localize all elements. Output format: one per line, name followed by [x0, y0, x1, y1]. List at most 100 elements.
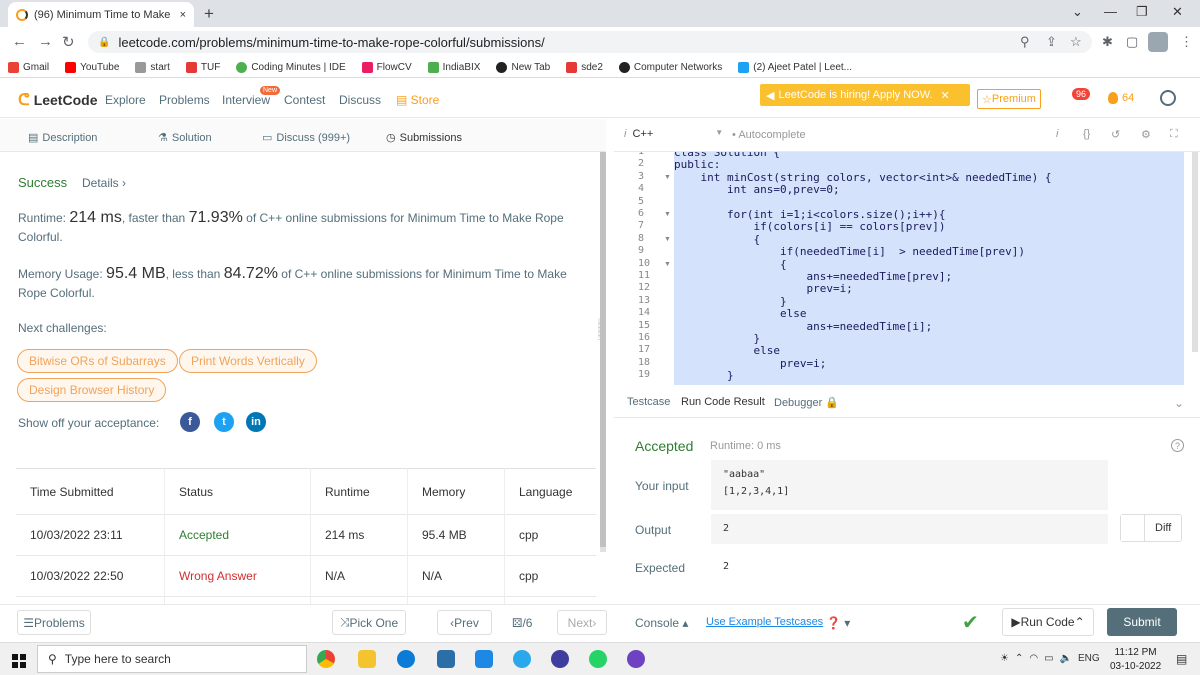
reset-icon[interactable]: ↺ [1111, 128, 1120, 141]
taskbar-clock[interactable]: 11:12 PM 03-10-2022 [1110, 646, 1161, 674]
bookmark-start[interactable]: start [127, 61, 177, 73]
hiring-banner[interactable]: ◀ LeetCode is hiring! Apply NOW. ✕ [760, 84, 970, 106]
help-dropdown[interactable]: ❓ ▾ [826, 616, 850, 630]
tab-debugger[interactable]: Debugger 🔒 [774, 396, 839, 409]
bookmark-tuf[interactable]: TUF [178, 61, 228, 73]
page-indicator[interactable]: ⚄/6 [512, 616, 532, 630]
language-select[interactable]: i C++ ▼ [624, 128, 723, 140]
system-tray[interactable]: ☀ ⌃ ◠ ▭ 🔈 ENG [1000, 653, 1100, 664]
tab-run-code-result[interactable]: Run Code Result [681, 396, 765, 408]
premium-button[interactable]: ☆ Premium [977, 89, 1041, 109]
tab-solution[interactable]: ⚗ Solution [158, 131, 212, 145]
bookmark-youtube[interactable]: YouTube [57, 61, 127, 73]
info-icon[interactable]: i [1056, 128, 1058, 140]
vscode-icon[interactable] [475, 650, 493, 668]
toggle-switch[interactable] [1121, 515, 1145, 541]
forward-icon[interactable]: → [38, 33, 53, 50]
code-area[interactable]: class Solution {public: int minCost(stri… [674, 152, 1184, 385]
braces-icon[interactable]: {} [1083, 128, 1090, 140]
new-tab-button[interactable]: + [204, 4, 214, 24]
notification-count-badge[interactable]: 96 [1072, 88, 1091, 100]
fullscreen-icon[interactable]: ⛶ [1170, 128, 1178, 141]
sidebar-icon[interactable]: ▢ [1126, 34, 1138, 50]
fold-arrow-icon[interactable]: ▼ [664, 211, 671, 218]
table-row[interactable]: 10/03/2022 23:11 Accepted 214 ms 95.4 MB… [16, 514, 596, 555]
help-icon[interactable]: ? [1171, 439, 1184, 452]
user-avatar-icon[interactable] [1160, 90, 1176, 106]
windows-start-icon[interactable] [12, 654, 26, 668]
bookmark-sde2[interactable]: sde2 [558, 61, 611, 73]
leetcode-logo[interactable]: ᕦ LeetCode [18, 90, 97, 110]
bookmark-computer-networks[interactable]: Computer Networks [611, 61, 730, 73]
photos-icon[interactable] [437, 650, 455, 668]
bookmark-ajeet-patel[interactable]: (2) Ajeet Patel | Leet... [730, 61, 860, 73]
settings-icon[interactable]: ⚙ [1141, 128, 1151, 141]
challenge-chip[interactable]: Design Browser History [17, 378, 167, 402]
nav-discuss[interactable]: Discuss [339, 93, 381, 107]
submit-button[interactable]: Submit [1107, 608, 1177, 636]
nav-store[interactable]: ▤ Store [396, 93, 439, 107]
chevron-down-icon[interactable]: ⌄ [1174, 396, 1184, 410]
github-icon[interactable] [627, 650, 645, 668]
nav-explore[interactable]: Explore [105, 93, 146, 107]
chrome-icon[interactable] [317, 650, 335, 668]
bookmark-new-tab[interactable]: New Tab [488, 61, 558, 73]
star-icon[interactable]: ☆ [1070, 34, 1082, 50]
autocomplete-toggle[interactable]: • Autocomplete [732, 129, 806, 141]
taskbar-search[interactable]: ⚲ Type here to search [37, 645, 307, 673]
reload-icon[interactable]: ↻ [62, 33, 75, 51]
extensions-icon[interactable]: ✱ [1102, 34, 1113, 50]
diff-toggle[interactable]: Diff [1120, 514, 1182, 542]
pick-one-button[interactable]: ⤨ Pick One [332, 610, 406, 635]
tab-discuss[interactable]: ▭ Discuss (999+) [262, 131, 350, 145]
bookmark-indiabix[interactable]: IndiaBIX [420, 61, 489, 73]
linkedin-icon[interactable]: in [246, 412, 266, 432]
tab-description[interactable]: ▤ Description [28, 131, 97, 145]
bookmark-flowcv[interactable]: FlowCV [354, 61, 420, 73]
close-tab-icon[interactable]: × [180, 9, 186, 21]
table-row[interactable]: 10/03/2022 22:50 Wrong Answer N/A N/A cp… [16, 555, 596, 596]
console-button[interactable]: Console ▴ [635, 616, 688, 630]
code-editor[interactable]: 123▼456▼78▼910▼111213141516171819 class … [614, 152, 1200, 385]
nav-contest[interactable]: Contest [284, 93, 325, 107]
close-banner-icon[interactable]: ✕ [941, 89, 950, 102]
editor-scrollbar[interactable] [1192, 152, 1198, 352]
back-icon[interactable]: ← [12, 33, 27, 50]
minimize-icon[interactable]: — [1104, 4, 1117, 19]
fold-arrow-icon[interactable]: ▼ [664, 261, 671, 268]
browser-tab[interactable]: (96) Minimum Time to Make Rop × [8, 2, 194, 27]
streak-counter[interactable]: 64 [1108, 92, 1134, 104]
menu-icon[interactable]: ⋮ [1180, 34, 1193, 50]
search-icon[interactable]: ⚲ [1020, 34, 1030, 50]
challenge-chip[interactable]: Print Words Vertically [179, 349, 317, 373]
tab-testcase[interactable]: Testcase [627, 396, 670, 408]
nav-interview[interactable]: Interview [222, 93, 270, 107]
fold-arrow-icon[interactable]: ▼ [664, 174, 671, 181]
fold-arrow-icon[interactable]: ▼ [664, 236, 671, 243]
use-example-testcases-link[interactable]: Use Example Testcases [706, 616, 823, 628]
twitter-icon[interactable]: t [214, 412, 234, 432]
edge-icon[interactable] [397, 650, 415, 668]
share-icon[interactable]: ⇪ [1046, 34, 1057, 50]
tab-submissions[interactable]: ◷ Submissions [386, 131, 462, 145]
app-icon[interactable] [551, 650, 569, 668]
challenge-chip[interactable]: Bitwise ORs of Subarrays [17, 349, 178, 373]
run-code-button[interactable]: ▶ Run Code ⌃ [1002, 608, 1094, 636]
close-window-icon[interactable]: ✕ [1172, 4, 1183, 20]
notifications-icon[interactable]: ▤ [1176, 652, 1187, 666]
prev-button[interactable]: ‹ Prev [437, 610, 492, 635]
bookmark-gmail[interactable]: Gmail [0, 61, 57, 73]
nav-problems[interactable]: Problems [159, 93, 210, 107]
problems-button[interactable]: ☰ Problems [17, 610, 91, 635]
whatsapp-icon[interactable] [589, 650, 607, 668]
facebook-icon[interactable]: f [180, 412, 200, 432]
bookmark-coding-minutes[interactable]: Coding Minutes | IDE [228, 61, 353, 73]
file-explorer-icon[interactable] [358, 650, 376, 668]
details-link[interactable]: Details › [82, 176, 126, 190]
restore-icon[interactable]: ❐ [1136, 4, 1148, 20]
url-bar[interactable]: 🔒 leetcode.com/problems/minimum-time-to-… [88, 31, 1092, 53]
telegram-icon[interactable] [513, 650, 531, 668]
chevron-down-icon[interactable]: ⌄ [1072, 4, 1083, 20]
pane-resize-handle[interactable]: ⋮ ⋮ ⋮ ⋮ ⋮ [596, 319, 610, 360]
next-button[interactable]: Next › [557, 610, 607, 635]
